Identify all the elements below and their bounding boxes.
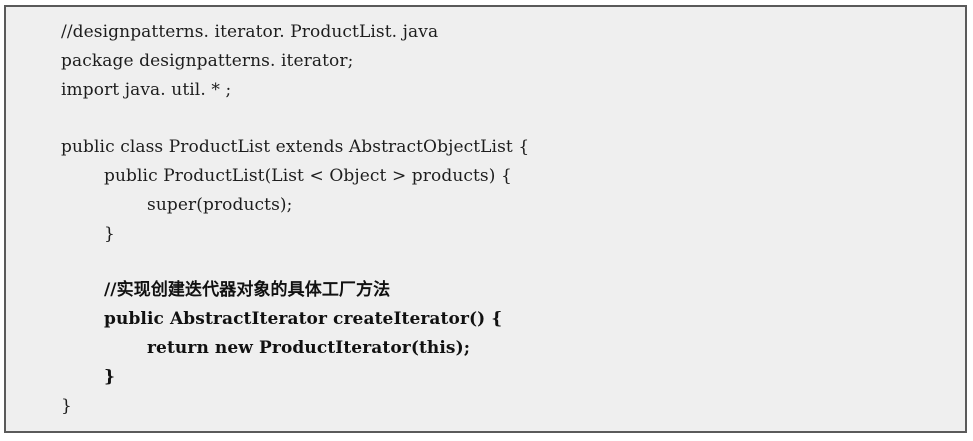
code-line-return-statement: return new ProductIterator(this); (147, 338, 471, 358)
code-line-factory-method-comment: //实现创建迭代器对象的具体工厂方法 (104, 280, 391, 300)
code-line-filename-comment: //designpatterns. iterator. ProductList.… (61, 22, 439, 42)
code-line-create-iterator-method: public AbstractIterator createIterator()… (104, 309, 503, 329)
code-line-constructor-close-brace: } (104, 224, 115, 244)
code-line-class-close-brace: } (61, 396, 72, 416)
code-line-constructor-declaration: public ProductList(List < Object > produ… (104, 166, 512, 186)
code-line-import-statement: import java. util. * ; (61, 80, 232, 100)
code-line-method-close-brace: } (104, 367, 116, 387)
code-listing-box: //designpatterns. iterator. ProductList.… (4, 5, 967, 433)
code-line-class-declaration: public class ProductList extends Abstrac… (61, 137, 530, 157)
code-line-package-declaration: package designpatterns. iterator; (61, 51, 354, 71)
code-line-super-call: super(products); (147, 195, 293, 215)
